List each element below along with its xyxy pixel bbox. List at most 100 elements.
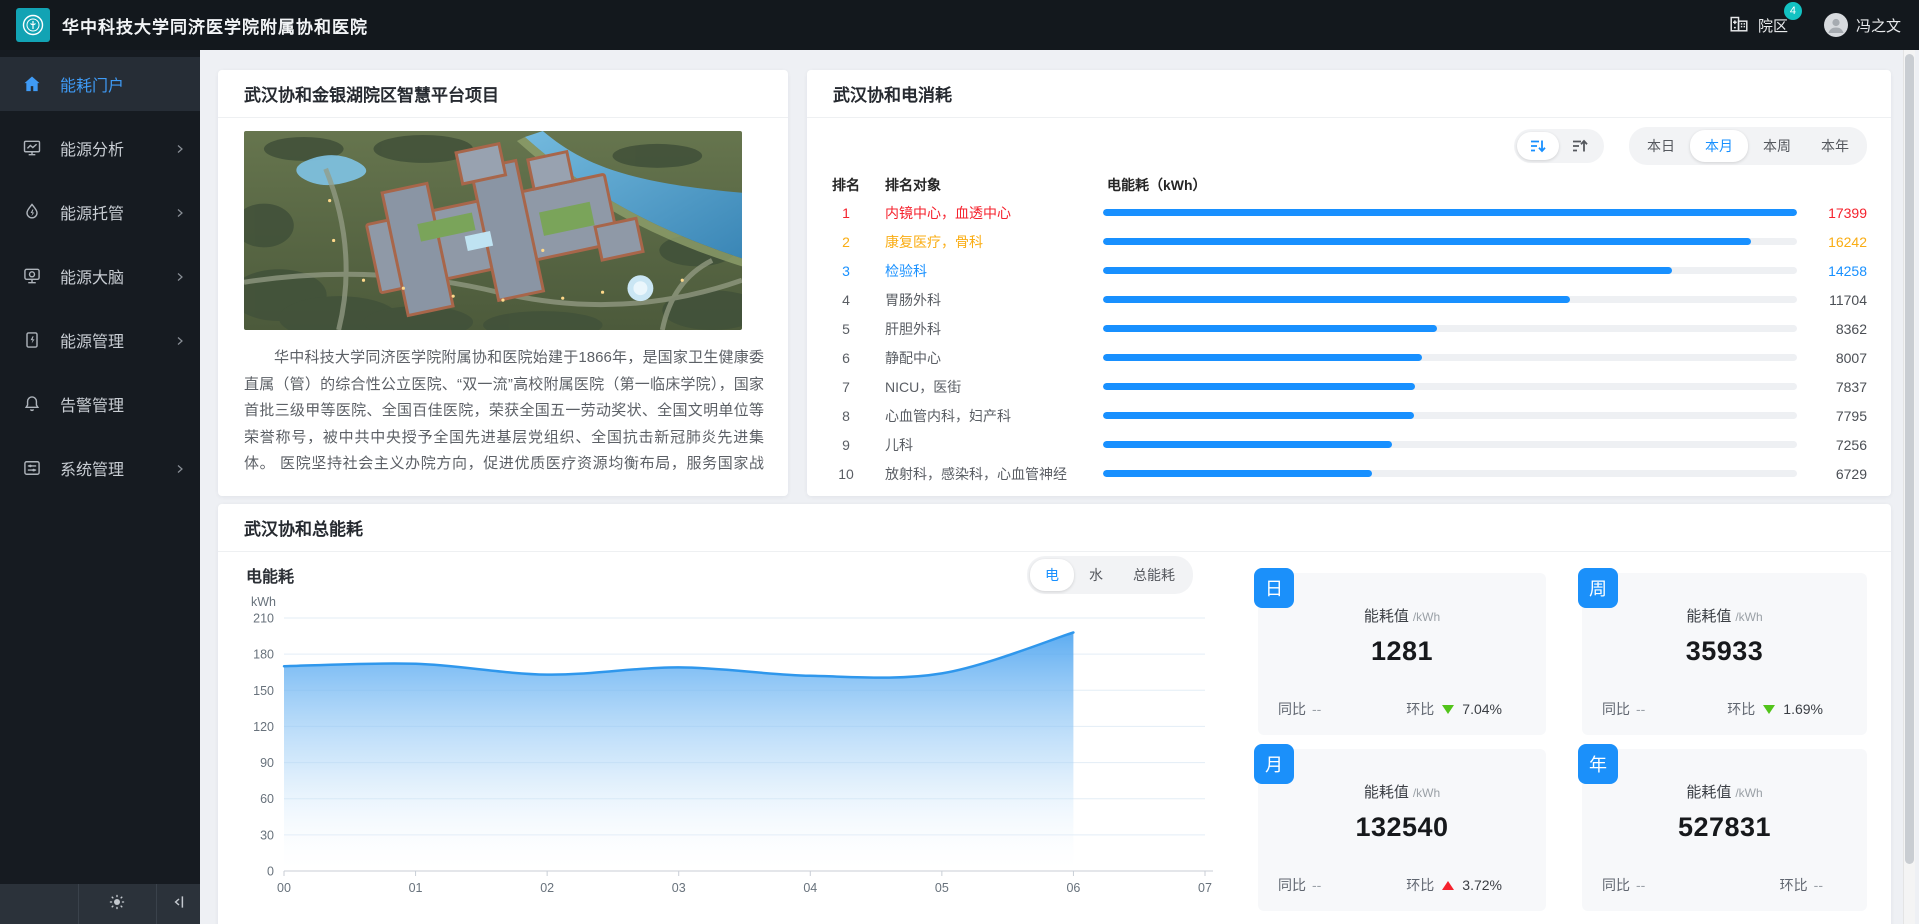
stat-unit: /kWh (1735, 610, 1762, 624)
rank-number: 2 (821, 234, 871, 250)
chevron-right-icon (174, 334, 186, 346)
chart-title: 电能耗 (246, 563, 294, 587)
rank-bar (1103, 441, 1797, 448)
campus-count-badge: 4 (1784, 2, 1802, 20)
brain-icon (22, 266, 42, 286)
campus-selector[interactable]: 院区 4 (1728, 12, 1788, 39)
energy-type-toggle: 电 水 总能耗 (1027, 556, 1193, 594)
stat-value: 132540 (1258, 812, 1546, 843)
alarm-bell-icon (22, 394, 42, 414)
analysis-icon (22, 138, 42, 158)
tab-this-year[interactable]: 本年 (1806, 130, 1864, 162)
project-card-title: 武汉协和金银湖院区智慧平台项目 (244, 81, 499, 106)
rank-bar (1103, 470, 1797, 477)
bar-track (1103, 354, 1797, 361)
stat-label: 能耗值 (1686, 608, 1731, 625)
hospital-building-icon (1728, 12, 1750, 39)
sidebar-item-system-management[interactable]: 系统管理 (0, 441, 200, 495)
mom-stat: 环比3.72% (1406, 875, 1502, 895)
x-axis-label: 03 (672, 881, 686, 895)
energy-chart-block: 电能耗 电 水 总能耗 (228, 556, 1225, 919)
rank-number: 4 (821, 292, 871, 308)
stat-card-year: 年 能耗值/kWh 527831 同比-- 环比-- (1582, 749, 1867, 911)
x-axis-label: 05 (935, 881, 949, 895)
campus-label: 院区 (1758, 15, 1788, 36)
rank-name: 放射科，感染科，心血管神经 (871, 464, 1103, 484)
y-axis-label: 150 (253, 684, 274, 698)
bar-track (1103, 238, 1797, 245)
scrollbar-thumb[interactable] (1905, 54, 1914, 864)
bar-fill (1103, 441, 1392, 448)
yoy-stat: 同比-- (1602, 699, 1645, 719)
system-settings-icon (22, 458, 42, 478)
chevron-right-icon (174, 142, 186, 154)
ranking-table-header: 排名 排名对象 电能耗（kWh） (807, 172, 1891, 198)
stat-label: 能耗值 (1364, 784, 1409, 801)
rank-name: 静配中心 (871, 348, 1103, 368)
rank-value: 11704 (1805, 292, 1867, 308)
sort-descending-button[interactable] (1517, 132, 1559, 160)
x-axis-label: 00 (277, 881, 291, 895)
rank-name: NICU，医街 (871, 377, 1103, 397)
theme-toggle-button[interactable] (78, 884, 157, 924)
x-axis-label: 02 (540, 881, 554, 895)
table-row: 10 放射科，感染科，心血管神经 6729 (807, 459, 1891, 488)
chevron-right-icon (174, 270, 186, 282)
toggle-water[interactable]: 水 (1074, 559, 1118, 591)
rank-name: 检验科 (871, 261, 1103, 281)
col-header-name: 排名对象 (871, 175, 1103, 195)
tab-this-week[interactable]: 本周 (1748, 130, 1806, 162)
stat-period-badge: 月 (1254, 744, 1294, 784)
bar-fill (1103, 238, 1751, 245)
management-icon (22, 330, 42, 350)
rank-name: 肝胆外科 (871, 319, 1103, 339)
rank-bar (1103, 238, 1797, 245)
bar-fill (1103, 470, 1372, 477)
mom-stat: 环比1.69% (1727, 699, 1823, 719)
sidebar-item-energy-hosting[interactable]: 能源托管 (0, 185, 200, 239)
vertical-scrollbar[interactable] (1903, 50, 1915, 924)
rank-value: 7795 (1805, 408, 1867, 424)
bar-fill (1103, 209, 1797, 216)
stat-card-week: 周 能耗值/kWh 35933 同比-- 环比1.69% (1582, 573, 1867, 735)
sidebar-item-energy-analysis[interactable]: 能源分析 (0, 121, 200, 175)
bar-track (1103, 209, 1797, 216)
sidebar-item-energy-portal[interactable]: 能耗门户 (0, 57, 200, 111)
rank-number: 5 (821, 321, 871, 337)
rank-number: 9 (821, 437, 871, 453)
rank-bar (1103, 412, 1797, 419)
sidebar-item-energy-brain[interactable]: 能源大脑 (0, 249, 200, 303)
toggle-electricity[interactable]: 电 (1030, 559, 1074, 591)
rank-value: 14258 (1805, 263, 1867, 279)
stat-unit: /kWh (1413, 610, 1440, 624)
user-name: 冯之文 (1856, 15, 1901, 36)
sidebar-item-alarm-management[interactable]: 告警管理 (0, 377, 200, 431)
mom-stat: 环比7.04% (1406, 699, 1502, 719)
table-row: 3 检验科 14258 (807, 256, 1891, 285)
tab-today[interactable]: 本日 (1632, 130, 1690, 162)
stat-card-month: 月 能耗值/kWh 132540 同比-- 环比3.72% (1258, 749, 1546, 911)
table-row: 8 心血管内科，妇产科 7795 (807, 401, 1891, 430)
bar-fill (1103, 412, 1414, 419)
rank-name: 胃肠外科 (871, 290, 1103, 310)
tab-this-month[interactable]: 本月 (1690, 130, 1748, 162)
y-axis-label: 90 (260, 756, 274, 770)
yoy-stat: 同比-- (1278, 699, 1321, 719)
rank-value: 8362 (1805, 321, 1867, 337)
sidebar-collapse-button[interactable] (156, 884, 200, 924)
top-header: 华中科技大学同济医学院附属协和医院 院区 4 冯之文 (0, 0, 1919, 50)
period-tabs: 本日 本月 本周 本年 (1629, 127, 1867, 165)
sort-ascending-button[interactable] (1559, 132, 1601, 160)
trend-triangle-icon (1442, 881, 1454, 890)
page-title: 华中科技大学同济医学院附属协和医院 (62, 13, 368, 38)
toggle-total[interactable]: 总能耗 (1118, 559, 1190, 591)
y-axis-label: 120 (253, 720, 274, 734)
sort-descending-icon (1529, 137, 1547, 155)
trend-triangle-icon (1442, 705, 1454, 714)
main-content: 武汉协和金银湖院区智慧平台项目 (200, 50, 1919, 924)
user-menu[interactable]: 冯之文 (1824, 13, 1901, 37)
sidebar-item-energy-management[interactable]: 能源管理 (0, 313, 200, 367)
stat-value: 35933 (1582, 636, 1867, 667)
table-row: 7 NICU，医街 7837 (807, 372, 1891, 401)
stat-card-day: 日 能耗值/kWh 1281 同比-- 环比7.04% (1258, 573, 1546, 735)
